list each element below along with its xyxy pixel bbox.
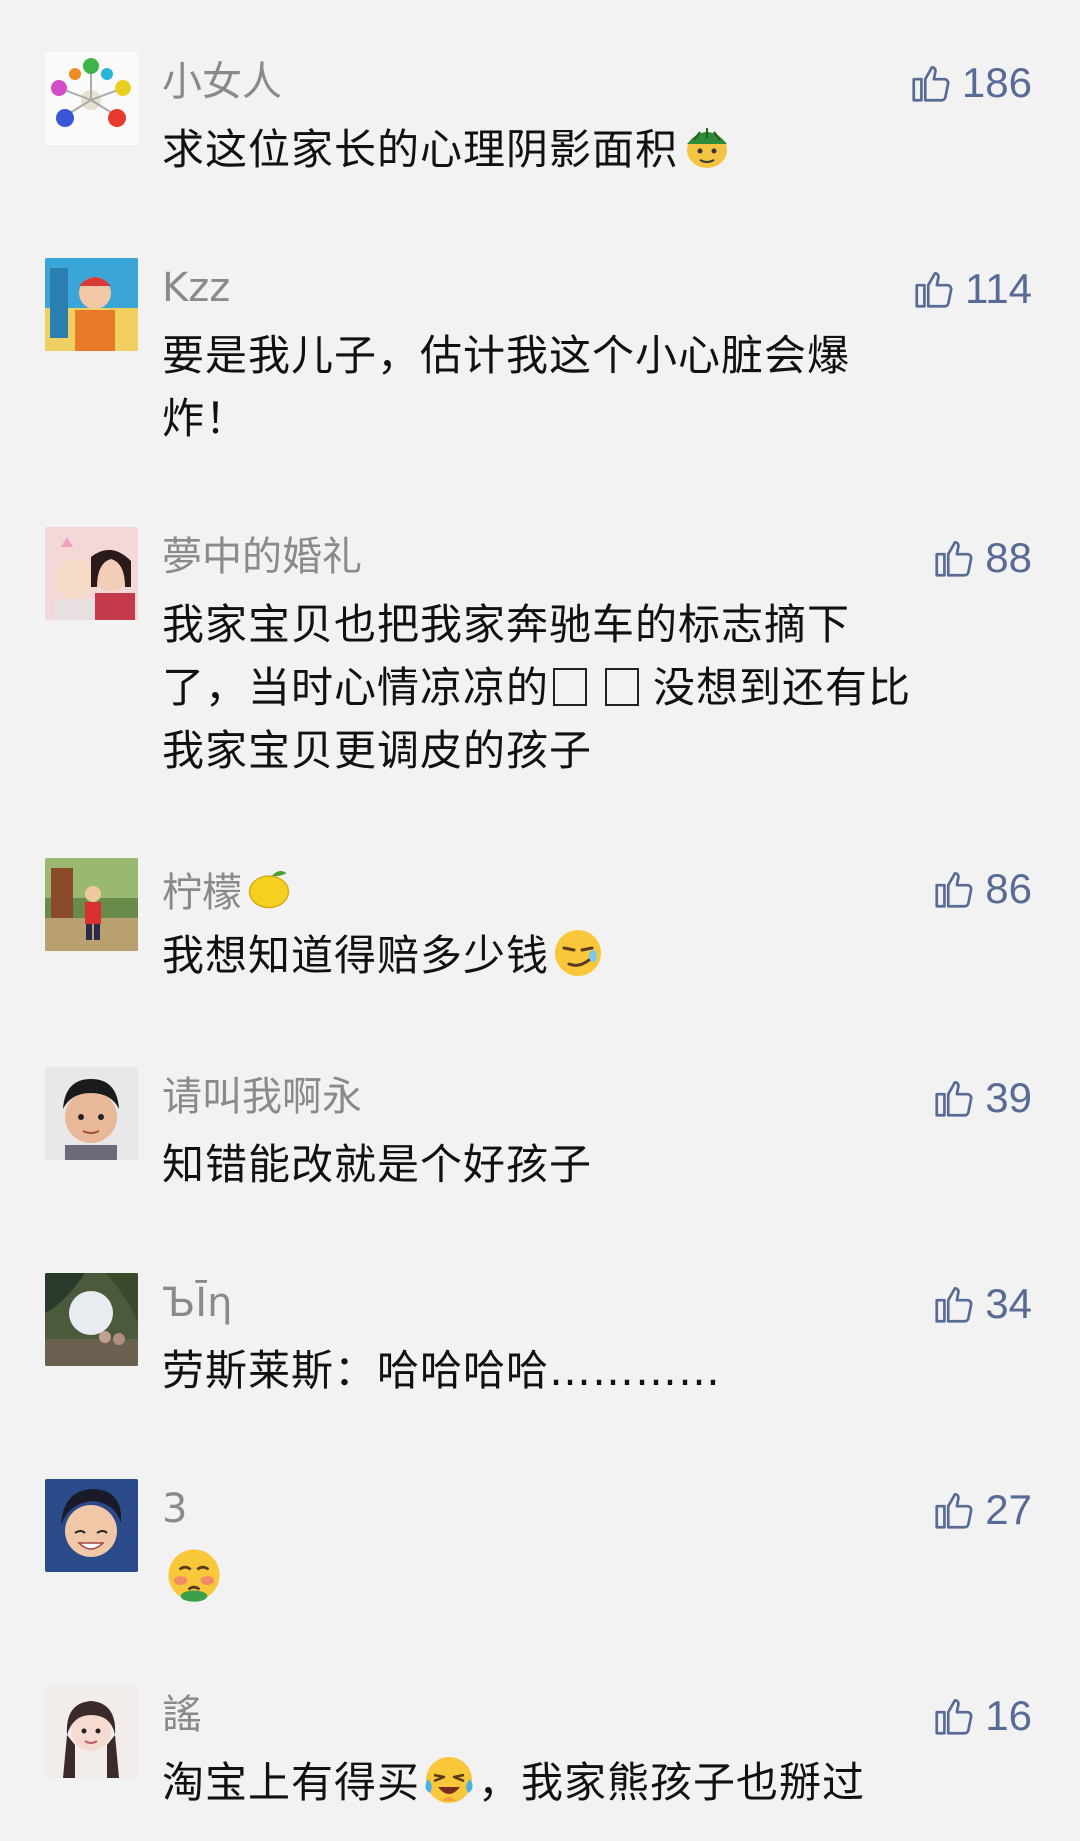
comment-text: 知错能改就是个好孩子	[162, 1140, 593, 1189]
missing-glyph-box	[553, 668, 588, 706]
username[interactable]: 柠檬	[162, 864, 296, 917]
like-button[interactable]: 34	[931, 1279, 1032, 1329]
like-count: 27	[985, 1486, 1032, 1533]
avatar[interactable]	[45, 1067, 138, 1160]
blush-face-emoji	[164, 1545, 224, 1605]
like-count: 88	[985, 534, 1032, 581]
smirk-face-emoji	[551, 926, 605, 980]
like-count: 34	[985, 1280, 1032, 1327]
comment-content	[162, 1545, 1032, 1612]
avatar[interactable]	[45, 52, 138, 145]
like-button[interactable]: 114	[911, 264, 1032, 314]
like-count: 86	[985, 865, 1032, 912]
comment-text: 我家宝贝也把我家奔驰车的标志摘下	[162, 600, 851, 649]
missing-glyph-box	[605, 668, 640, 706]
username[interactable]: 謠	[162, 1691, 202, 1739]
comment-text: 没想到还有比	[653, 663, 912, 712]
comment-text: 求这位家长的心理阴影面积	[162, 125, 679, 174]
thumbs-up-icon	[908, 60, 954, 106]
like-button[interactable]: 86	[931, 864, 1032, 914]
comment-text: ，我家熊孩子也掰过	[478, 1758, 866, 1807]
like-button[interactable]: 16	[931, 1691, 1032, 1741]
comment-text: 劳斯莱斯：哈哈哈哈…………	[162, 1346, 722, 1395]
like-button[interactable]: 39	[931, 1073, 1032, 1123]
like-count: 186	[961, 59, 1032, 106]
thumbs-up-icon	[931, 535, 977, 581]
comment-list: 小女人 186 求这位家长的心理阴影面积 Kzz 114 要是我儿子，估计我这个…	[0, 0, 1080, 1841]
username[interactable]: ЪĪη	[162, 1279, 232, 1327]
like-button[interactable]: 27	[931, 1485, 1032, 1535]
comment-content: 劳斯莱斯：哈哈哈哈…………	[162, 1339, 1032, 1402]
turtle-face-emoji	[680, 120, 734, 174]
lemon-emoji	[244, 864, 294, 914]
comment-content: 淘宝上有得买 ，我家熊孩子也掰过	[162, 1751, 1032, 1814]
comment-text: 我家宝贝更调皮的孩子	[162, 726, 593, 775]
like-button[interactable]: 88	[931, 533, 1032, 583]
comment-content: 求这位家长的心理阴影面积	[162, 118, 1032, 181]
username-text: 柠檬	[162, 870, 242, 916]
comment-content: 我家宝贝也把我家奔驰车的标志摘下 了，当时心情凉凉的 没想到还有比 我家宝贝更调皮…	[162, 593, 1032, 782]
comment-text: 了，当时心情凉凉的	[162, 663, 550, 712]
thumbs-up-icon	[931, 866, 977, 912]
crying-laugh-emoji	[422, 1753, 476, 1807]
username[interactable]: 小女人	[162, 58, 282, 106]
comment-content: 我想知道得赔多少钱	[162, 924, 1032, 987]
username[interactable]: 夢中的婚礼	[162, 533, 362, 581]
like-count: 39	[985, 1074, 1032, 1121]
like-count: 114	[965, 265, 1032, 312]
comment-text: 我想知道得赔多少钱	[162, 931, 550, 980]
avatar[interactable]	[45, 527, 138, 620]
username[interactable]: 3	[162, 1485, 187, 1533]
username[interactable]: Kzz	[162, 264, 230, 312]
like-count: 16	[985, 1692, 1032, 1739]
avatar[interactable]	[45, 858, 138, 951]
avatar[interactable]	[45, 1479, 138, 1572]
username[interactable]: 请叫我啊永	[162, 1073, 362, 1121]
comment-content: 知错能改就是个好孩子	[162, 1133, 1032, 1196]
thumbs-up-icon	[931, 1281, 977, 1327]
avatar[interactable]	[45, 258, 138, 351]
comment-text: 炸！	[162, 394, 249, 443]
comment-text: 淘宝上有得买	[162, 1758, 421, 1807]
thumbs-up-icon	[931, 1075, 977, 1121]
thumbs-up-icon	[931, 1693, 977, 1739]
comment-text-line: 了，当时心情凉凉的 没想到还有比	[162, 656, 1032, 719]
thumbs-up-icon	[911, 266, 957, 312]
thumbs-up-icon	[931, 1487, 977, 1533]
comment-text: 要是我儿子，估计我这个小心脏会爆	[162, 331, 851, 380]
avatar[interactable]	[45, 1685, 138, 1778]
comment-content: 要是我儿子，估计我这个小心脏会爆 炸！	[162, 324, 1032, 450]
avatar[interactable]	[45, 1273, 138, 1366]
like-button[interactable]: 186	[908, 58, 1032, 108]
